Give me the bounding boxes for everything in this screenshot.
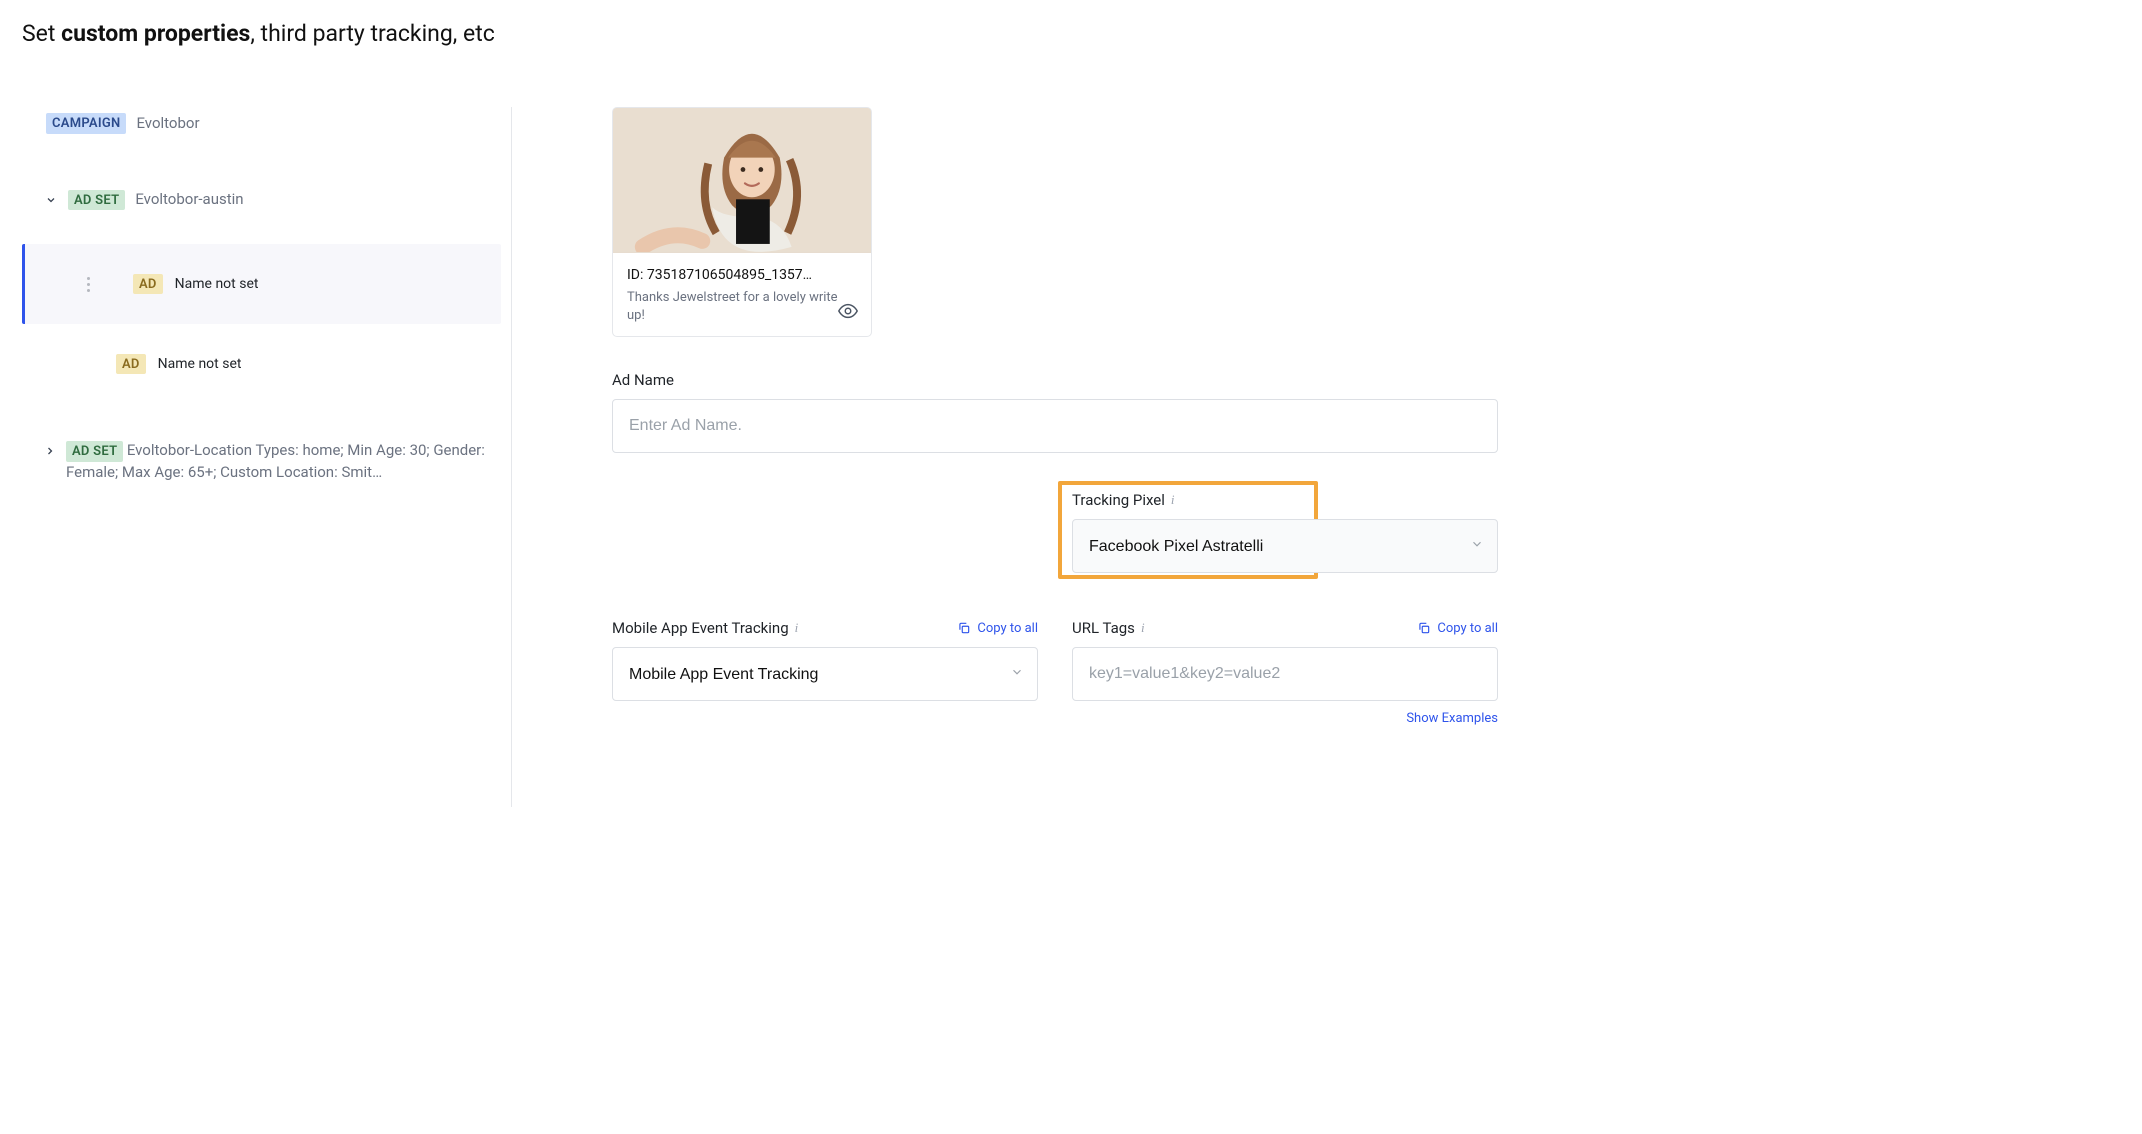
adset-row-1[interactable]: AD SET Evoltobor-austin [22,184,501,217]
kebab-icon[interactable] [81,277,95,292]
chevron-right-icon[interactable] [44,444,56,458]
copy-to-all-link[interactable]: Copy to all [957,621,1038,636]
ad-badge: AD [116,354,146,375]
url-tags-input[interactable] [1072,647,1498,701]
campaign-badge: CAMPAIGN [46,113,126,134]
mobile-tracking-label: Mobile App Event Tracking i [612,619,798,637]
ad-badge: AD [133,274,163,295]
mobile-tracking-select[interactable]: Mobile App Event Tracking [612,647,1038,701]
copy-to-all-link[interactable]: Copy to all [1417,621,1498,636]
title-prefix: Set [22,20,61,47]
creative-caption: Thanks Jewelstreet for a lovely write up… [627,289,857,324]
adset-badge: AD SET [66,441,123,462]
page-title: Set custom properties, third party track… [22,20,1498,47]
info-icon[interactable]: i [795,620,799,636]
tracking-pixel-label: Tracking Pixel i [1072,491,1498,509]
show-examples-link[interactable]: Show Examples [1406,711,1498,726]
url-tags-label: URL Tags i [1072,619,1145,637]
tracking-pixel-select[interactable]: Facebook Pixel Astratelli [1072,519,1498,573]
ad-1-name: Name not set [175,276,259,292]
adset-badge: AD SET [68,190,125,211]
creative-thumbnail [613,108,871,253]
eye-icon[interactable] [837,300,859,326]
info-icon[interactable]: i [1171,492,1175,508]
campaign-row[interactable]: CAMPAIGN Evoltobor [22,107,501,140]
ad-name-input[interactable] [612,399,1498,453]
adset-2-name: Evoltobor-Location Types: home; Min Age:… [66,441,485,481]
title-strong: custom properties [61,20,250,47]
adset-1-name: Evoltobor-austin [135,190,243,210]
adset-row-2[interactable]: AD SET Evoltobor-Location Types: home; M… [22,440,501,483]
title-suffix: , third party tracking, etc [250,20,494,47]
campaign-name: Evoltobor [136,114,199,134]
creative-id: ID: 735187106504895_1357… [627,267,857,283]
chevron-down-icon[interactable] [44,193,58,207]
structure-sidebar: CAMPAIGN Evoltobor AD SET Evoltobor-aust… [22,107,512,807]
ad-name-label: Ad Name [612,371,1498,389]
ad-row-2[interactable]: AD Name not set [22,324,501,404]
ad-row-1[interactable]: AD Name not set [22,244,501,324]
creative-card[interactable]: ID: 735187106504895_1357… Thanks Jewelst… [612,107,872,337]
main-panel: ID: 735187106504895_1357… Thanks Jewelst… [512,107,1498,807]
ad-2-name: Name not set [158,356,242,372]
info-icon[interactable]: i [1141,620,1145,636]
